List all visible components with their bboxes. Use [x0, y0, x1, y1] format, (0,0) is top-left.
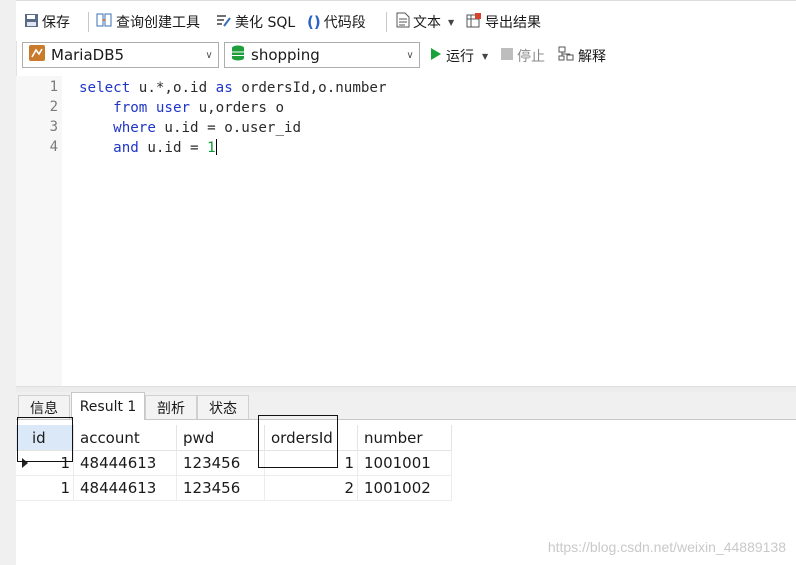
code-line: where u.id = o.user_id — [79, 118, 301, 138]
sql-keyword: from — [113, 100, 148, 116]
toolbar-separator — [386, 12, 387, 32]
chevron-down-icon: ∨ — [406, 49, 414, 61]
sql-keyword: user — [155, 100, 191, 116]
table-cell[interactable]: 2 — [265, 476, 358, 501]
database-connection-icon — [29, 45, 45, 65]
run-label: 运行 — [446, 49, 474, 65]
sql-text: ordersId,o.number — [232, 80, 387, 96]
beautify-icon — [215, 12, 232, 32]
sql-keyword: and — [113, 140, 139, 156]
connection-bar: MariaDB5 ∨ shopping ∨ 运行 ▼ 停止 解释 — [16, 41, 796, 75]
export-result-button[interactable]: 导出结果 — [466, 11, 541, 33]
sql-editor[interactable]: 1 2 3 4 select u.*,o.id as ordersId,o.nu… — [16, 76, 796, 386]
line-number-gutter: 1 2 3 4 — [16, 76, 62, 386]
stop-label: 停止 — [517, 49, 545, 65]
chevron-down-icon: ▼ — [482, 51, 489, 61]
tab-info[interactable]: 信息 — [18, 395, 70, 419]
text-cursor — [215, 139, 217, 155]
tab-result-1[interactable]: Result 1 — [71, 392, 145, 420]
result-grid[interactable]: id account pwd ordersId number 1 4844461… — [16, 415, 796, 565]
table-cell[interactable]: 1 — [16, 451, 74, 476]
run-button[interactable]: 运行 ▼ — [430, 46, 488, 66]
sql-text: u.id = o.user_id — [155, 120, 302, 136]
table-cell[interactable]: 123456 — [177, 451, 265, 476]
watermark: https://blog.csdn.net/weixin_44889138 — [547, 539, 786, 555]
export-icon — [466, 12, 482, 32]
line-number: 4 — [49, 139, 58, 155]
beautify-sql-button[interactable]: 美化 SQL — [215, 11, 295, 33]
snippet-label: 代码段 — [323, 15, 366, 31]
save-button[interactable]: 保存 — [24, 11, 70, 33]
stop-icon — [501, 48, 513, 64]
beautify-label: 美化 SQL — [235, 15, 296, 31]
connection-value: MariaDB5 — [51, 46, 125, 64]
sql-keyword: as — [215, 80, 233, 96]
result-tab-bar: 信息 Result 1 剖析 状态 — [16, 392, 796, 420]
toolbar-separator — [88, 12, 89, 32]
sql-keyword: select — [79, 80, 131, 96]
chevron-down-icon: ∨ — [205, 49, 213, 61]
export-label: 导出结果 — [485, 15, 541, 31]
sql-indent — [79, 100, 113, 116]
database-select[interactable]: shopping ∨ — [224, 42, 420, 68]
column-header-account[interactable]: account — [74, 425, 177, 451]
text-label: 文本 — [413, 15, 441, 31]
sql-text: u.*,o.id — [130, 80, 216, 96]
line-number: 1 — [49, 79, 58, 95]
line-number: 3 — [49, 119, 58, 135]
text-button[interactable]: 文本 ▼ — [396, 11, 454, 33]
table-cell[interactable]: 1001002 — [358, 476, 452, 501]
column-header-label: id — [32, 428, 46, 447]
connection-select[interactable]: MariaDB5 ∨ — [22, 42, 219, 68]
table-cell[interactable]: 48444613 — [74, 476, 177, 501]
save-label: 保存 — [42, 15, 70, 31]
text-icon — [396, 12, 410, 32]
table-cell[interactable]: 1 — [265, 451, 358, 476]
sql-text: u,orders o — [190, 100, 285, 116]
table-cell[interactable]: 1001001 — [358, 451, 452, 476]
query-builder-button[interactable]: 查询创建工具 — [96, 11, 200, 33]
snippet-icon: () — [307, 13, 321, 31]
sql-indent — [79, 120, 113, 136]
table-cell[interactable]: 48444613 — [74, 451, 177, 476]
tab-status[interactable]: 状态 — [197, 395, 249, 419]
column-header-id[interactable]: id — [16, 425, 74, 451]
query-builder-label: 查询创建工具 — [116, 15, 200, 31]
database-icon — [231, 45, 245, 65]
sql-number: 1 — [207, 140, 216, 156]
column-header-ordersid[interactable]: ordersId — [265, 425, 358, 451]
explain-button[interactable]: 解释 — [558, 46, 606, 66]
table-cell[interactable]: 123456 — [177, 476, 265, 501]
tab-profile[interactable]: 剖析 — [145, 395, 197, 419]
left-edge-panel — [0, 0, 17, 565]
query-toolbar: 保存 查询创建工具 美化 SQL () 代码段 文本 ▼ 导出结果 — [16, 1, 796, 41]
explain-icon — [558, 46, 574, 66]
column-header-number[interactable]: number — [358, 425, 452, 451]
code-line: and u.id = 1 — [79, 138, 217, 158]
chevron-down-icon: ▼ — [448, 17, 455, 27]
column-header-pwd[interactable]: pwd — [177, 425, 265, 451]
snippet-button[interactable]: () 代码段 — [307, 11, 366, 33]
run-icon — [430, 47, 442, 65]
save-icon — [24, 13, 39, 32]
code-line: select u.*,o.id as ordersId,o.number — [79, 78, 387, 98]
explain-label: 解释 — [578, 49, 606, 65]
sql-indent — [79, 140, 113, 156]
code-line: from user u,orders o — [79, 98, 284, 118]
line-number: 2 — [49, 99, 58, 115]
database-value: shopping — [251, 46, 320, 64]
sql-text: u.id = — [138, 140, 208, 156]
query-builder-icon — [96, 12, 113, 32]
stop-button[interactable]: 停止 — [501, 46, 545, 66]
table-cell[interactable]: 1 — [16, 476, 74, 501]
sql-keyword: where — [113, 120, 156, 136]
